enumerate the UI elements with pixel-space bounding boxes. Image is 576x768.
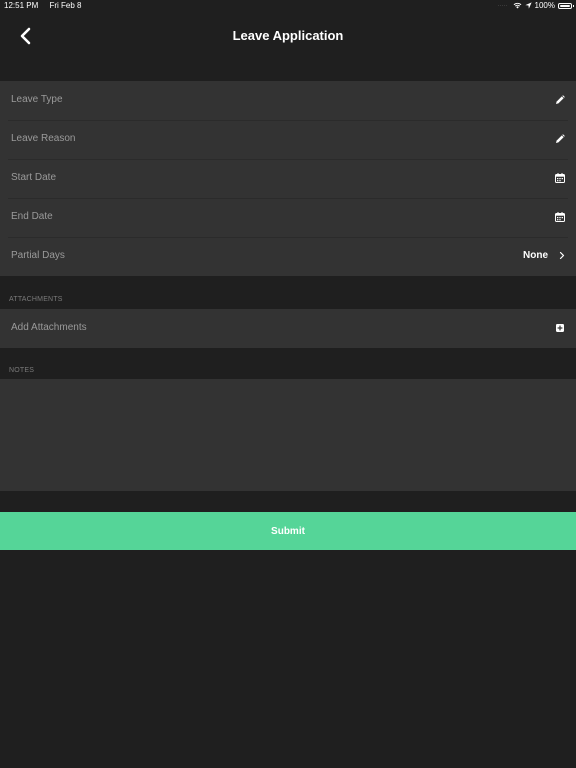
location-arrow-icon — [524, 2, 532, 9]
leave-form: Leave Type Leave Reason Start Date End D… — [0, 81, 576, 276]
partial-days-value: None — [523, 250, 548, 261]
pencil-icon — [556, 134, 565, 143]
wifi-icon — [513, 2, 521, 9]
attachments-group: Add Attachments — [0, 309, 576, 348]
calendar-icon — [555, 212, 565, 222]
add-attachments-row[interactable]: Add Attachments — [0, 309, 576, 348]
calendar-icon — [555, 173, 565, 183]
start-date-label: Start Date — [11, 172, 57, 183]
battery-percent: 100% — [534, 1, 555, 10]
pencil-icon — [556, 95, 565, 104]
battery-icon — [558, 2, 574, 9]
partial-days-row[interactable]: Partial Days None — [0, 237, 576, 276]
status-left: 12:51 PM Fri Feb 8 — [4, 1, 91, 10]
leave-type-row[interactable]: Leave Type — [0, 81, 576, 120]
submit-button[interactable]: Submit — [0, 512, 576, 550]
partial-days-label: Partial Days — [11, 250, 65, 261]
notes-header: NOTES — [9, 367, 35, 374]
status-date: Fri Feb 8 — [49, 1, 82, 10]
notes-textarea[interactable] — [0, 379, 576, 491]
leave-type-label: Leave Type — [11, 94, 63, 105]
status-time: 12:51 PM — [4, 1, 39, 10]
end-date-label: End Date — [11, 211, 53, 222]
nav-bar: Leave Application — [0, 14, 576, 58]
attachments-header: ATTACHMENTS — [9, 296, 63, 303]
battery-fill — [560, 4, 570, 7]
page-title: Leave Application — [232, 28, 344, 43]
signal-dots-icon: ····· — [497, 2, 508, 9]
start-date-row[interactable]: Start Date — [0, 159, 576, 198]
plus-square-icon — [556, 324, 564, 332]
status-bar: 12:51 PM Fri Feb 8 ····· 100% — [0, 0, 576, 12]
add-attachments-label: Add Attachments — [11, 322, 87, 333]
leave-reason-row[interactable]: Leave Reason — [0, 120, 576, 159]
status-right: ····· 100% — [497, 1, 574, 10]
chevron-right-icon — [559, 251, 565, 260]
leave-reason-label: Leave Reason — [11, 133, 76, 144]
end-date-row[interactable]: End Date — [0, 198, 576, 237]
